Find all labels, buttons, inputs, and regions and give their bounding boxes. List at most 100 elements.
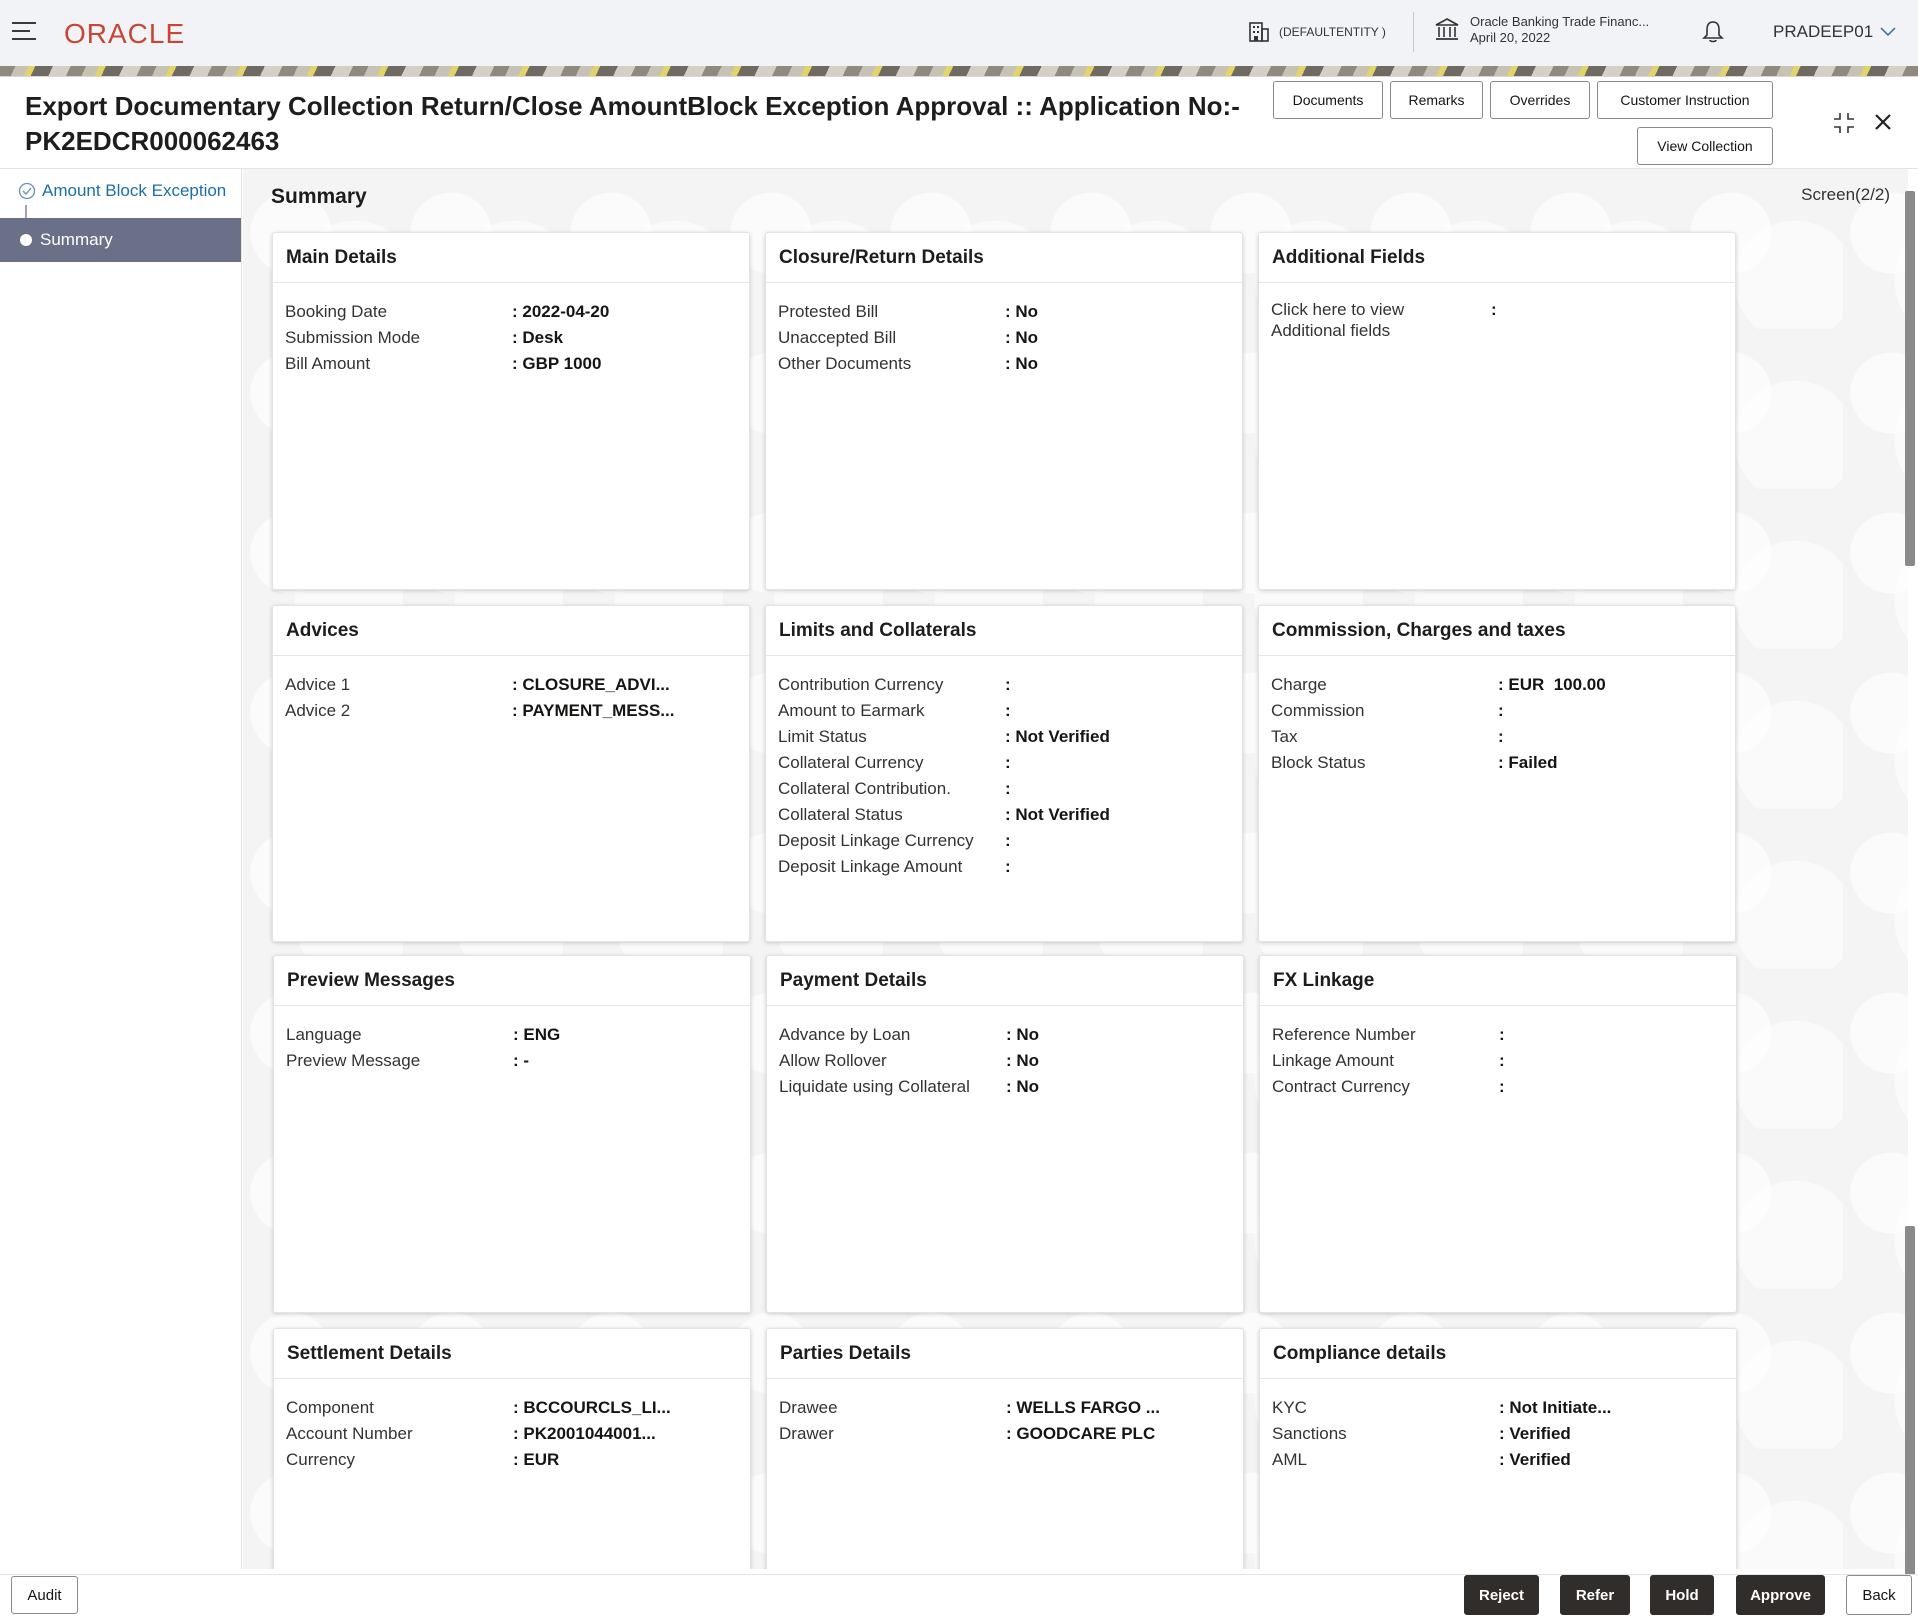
card-advices: Advices Advice 1: CLOSURE_ADVI... Advice… [272,605,750,942]
additional-fields-link[interactable]: Click here to view Additional fields [1271,299,1491,341]
field-label: Currency [286,1447,513,1473]
field-value: : No [1006,1022,1039,1048]
refer-button[interactable]: Refer [1560,1575,1630,1615]
detail-row: Submission Mode: Desk [285,325,737,351]
field-label: AML [1272,1447,1499,1473]
field-value: : Desk [512,325,563,351]
top-bar: ORACLE (DEFAULTENTITY ) Oracle Banking T… [0,0,1918,66]
field-value: : No [1005,351,1038,377]
detail-row: Commission: [1271,698,1723,724]
detail-row: Sanctions: Verified [1272,1421,1724,1447]
detail-row: Booking Date: 2022-04-20 [285,299,737,325]
field-value: : Failed [1498,750,1558,776]
field-value: : [1499,1074,1505,1100]
field-label: KYC [1272,1395,1499,1421]
field-label: Protested Bill [778,299,1005,325]
card-title: Closure/Return Details [766,233,1242,283]
scrollbar-thumb[interactable] [1905,191,1915,566]
field-label: Collateral Currency [778,750,1005,776]
field-label: Linkage Amount [1272,1048,1499,1074]
customer-instruction-button[interactable]: Customer Instruction [1597,81,1773,119]
detail-row: Advice 2: PAYMENT_MESS... [285,698,737,724]
approve-button[interactable]: Approve [1736,1575,1825,1615]
view-collection-button[interactable]: View Collection [1637,127,1773,165]
field-value: : PK2001044001... [513,1421,656,1447]
scrollbar-thumb[interactable] [1905,1226,1915,1606]
remarks-button[interactable]: Remarks [1390,81,1483,119]
bank-icon [1434,17,1460,43]
field-value: : ENG [513,1022,560,1048]
field-label: Amount to Earmark [778,698,1005,724]
main-panel: Export Documentary Collection Return/Clo… [0,76,1918,1617]
field-label: Deposit Linkage Currency [778,828,1005,854]
building-icon [1247,20,1271,44]
page-title: Export Documentary Collection Return/Clo… [25,89,1245,159]
field-label: Language [286,1022,513,1048]
hold-button[interactable]: Hold [1650,1575,1714,1615]
topbar-divider [1413,12,1414,52]
card-closure-return-details: Closure/Return Details Protested Bill: N… [765,232,1243,590]
field-value: : EUR [513,1447,559,1473]
field-value: : Verified [1499,1447,1571,1473]
field-value: : BCCOURCLS_LI... [513,1395,671,1421]
detail-row: Drawer: GOODCARE PLC [779,1421,1231,1447]
bank-date: April 20, 2022 [1470,30,1649,46]
field-value: : PAYMENT_MESS... [512,698,674,724]
entity-selector[interactable]: (DEFAULTENTITY ) [1247,20,1386,44]
field-label: Charge [1271,672,1498,698]
check-circle-icon [18,182,36,200]
field-label: Contribution Currency [778,672,1005,698]
chevron-down-icon [1879,26,1897,38]
card-limits-and-collaterals: Limits and Collaterals Contribution Curr… [765,605,1243,942]
audit-button[interactable]: Audit [11,1576,78,1614]
detail-row[interactable]: Click here to view Additional fields: [1271,299,1723,341]
field-value: : [1005,672,1011,698]
bell-icon[interactable] [1702,20,1724,49]
detail-row: Amount to Earmark: [778,698,1230,724]
field-value: : [1498,724,1504,750]
detail-row: Linkage Amount: [1272,1048,1724,1074]
detail-row: Component: BCCOURCLS_LI... [286,1395,738,1421]
sidebar-item-summary[interactable]: Summary [0,218,241,262]
card-commission-charges-taxes: Commission, Charges and taxes Charge: EU… [1258,605,1736,942]
field-label: Contract Currency [1272,1074,1499,1100]
field-value: : GOODCARE PLC [1006,1421,1155,1447]
field-value: : CLOSURE_ADVI... [512,672,670,698]
card-title: Main Details [273,233,749,283]
detail-row: Advice 1: CLOSURE_ADVI... [285,672,737,698]
overrides-button[interactable]: Overrides [1490,81,1590,119]
detail-row: Collateral Currency: [778,750,1230,776]
field-label: Commission [1271,698,1498,724]
hamburger-menu-icon[interactable] [12,22,38,42]
documents-button[interactable]: Documents [1273,81,1383,119]
field-value: : [1491,299,1497,341]
field-value: : [1005,750,1011,776]
vertical-scrollbar[interactable] [1905,191,1915,1491]
field-value: : [1005,828,1011,854]
detail-row: Allow Rollover: No [779,1048,1231,1074]
user-menu[interactable]: PRADEEP01 [1773,22,1897,42]
field-value: : [1499,1022,1505,1048]
field-label: Allow Rollover [779,1048,1006,1074]
entity-label: (DEFAULTENTITY ) [1279,25,1386,39]
card-title: Payment Details [767,956,1243,1006]
field-label: Limit Status [778,724,1005,750]
sidebar-item-label: Summary [40,230,113,250]
detail-row: Liquidate using Collateral: No [779,1074,1231,1100]
field-label: Booking Date [285,299,512,325]
bank-selector[interactable]: Oracle Banking Trade Financ... April 20,… [1434,14,1649,46]
reject-button[interactable]: Reject [1464,1575,1539,1615]
sidebar-item-amount-block-exception[interactable]: Amount Block Exception [18,181,226,201]
detail-row: Collateral Contribution.: [778,776,1230,802]
section-title: Summary [271,185,367,209]
field-label: Drawee [779,1395,1006,1421]
card-payment-details: Payment Details Advance by Loan: No Allo… [766,955,1244,1313]
field-label: Collateral Status [778,802,1005,828]
card-title: Commission, Charges and taxes [1259,606,1735,656]
close-icon[interactable] [1872,111,1894,138]
detail-row: Contract Currency: [1272,1074,1724,1100]
back-button[interactable]: Back [1846,1575,1912,1615]
detail-row: Account Number: PK2001044001... [286,1421,738,1447]
card-title: Additional Fields [1259,233,1735,283]
minimize-icon[interactable] [1832,111,1856,140]
